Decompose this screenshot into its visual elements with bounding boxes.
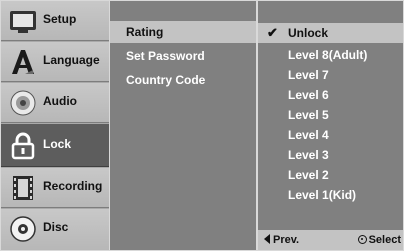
option-label: Level 5 xyxy=(288,108,329,122)
option-level-8[interactable]: Level 8(Adult) xyxy=(258,45,403,65)
submenu-label: Country Code xyxy=(126,73,206,87)
enter-button-icon xyxy=(357,235,367,244)
option-label: Level 2 xyxy=(288,168,329,182)
left-arrow-icon xyxy=(264,234,270,244)
rating-options: ✔ Unlock Level 8(Adult) Level 7 Level 6 … xyxy=(258,1,403,250)
submenu-label: Rating xyxy=(126,25,164,39)
option-label: Level 6 xyxy=(288,88,329,102)
category-language[interactable]: Language xyxy=(1,42,109,82)
category-menu: Setup Language Audio Lock Recording Disc xyxy=(1,1,109,250)
category-recording[interactable]: Recording xyxy=(1,168,109,208)
film-icon xyxy=(13,176,33,200)
option-label: Level 3 xyxy=(288,148,329,162)
option-level-6[interactable]: Level 6 xyxy=(258,85,403,105)
option-label: Level 7 xyxy=(288,68,329,82)
lock-icon xyxy=(11,132,35,160)
category-label: Lock xyxy=(43,137,72,151)
submenu-label: Set Password xyxy=(126,49,205,63)
category-label: Audio xyxy=(43,94,77,108)
setup-menu-screen: Setup Language Audio Lock Recording Disc… xyxy=(0,0,404,251)
category-setup[interactable]: Setup xyxy=(1,1,109,41)
option-level-7[interactable]: Level 7 xyxy=(258,65,403,85)
select-hint-label: Select xyxy=(368,234,401,246)
prev-hint: Prev. xyxy=(264,230,299,250)
select-hint: Select xyxy=(357,230,401,250)
navigation-hint-bar: Prev. Select xyxy=(258,230,403,250)
category-label: Recording xyxy=(43,179,103,193)
option-level-1[interactable]: Level 1(Kid) xyxy=(258,185,403,205)
submenu-item-set-password[interactable]: Set Password xyxy=(110,45,256,67)
option-unlock[interactable]: ✔ Unlock xyxy=(258,23,403,43)
category-label: Language xyxy=(43,53,100,67)
option-label: Level 8(Adult) xyxy=(288,48,368,62)
disc-icon xyxy=(10,216,36,242)
category-disc[interactable]: Disc xyxy=(1,209,109,250)
option-level-5[interactable]: Level 5 xyxy=(258,105,403,125)
option-level-4[interactable]: Level 4 xyxy=(258,125,403,145)
language-icon xyxy=(12,50,34,74)
lock-submenu: Rating Set Password Country Code xyxy=(110,1,256,250)
submenu-item-country-code[interactable]: Country Code xyxy=(110,69,256,91)
option-level-3[interactable]: Level 3 xyxy=(258,145,403,165)
option-label: Unlock xyxy=(288,26,329,40)
category-audio[interactable]: Audio xyxy=(1,83,109,123)
submenu-item-rating[interactable]: Rating xyxy=(110,21,256,43)
category-label: Setup xyxy=(43,12,77,26)
category-label: Disc xyxy=(43,220,69,234)
option-label: Level 4 xyxy=(288,128,329,142)
category-lock[interactable]: Lock xyxy=(1,124,109,167)
option-level-2[interactable]: Level 2 xyxy=(258,165,403,185)
speaker-icon xyxy=(10,90,36,116)
option-label: Level 1(Kid) xyxy=(288,188,357,202)
tv-icon xyxy=(10,11,36,33)
check-icon: ✔ xyxy=(267,25,278,40)
prev-hint-label: Prev. xyxy=(273,234,300,246)
